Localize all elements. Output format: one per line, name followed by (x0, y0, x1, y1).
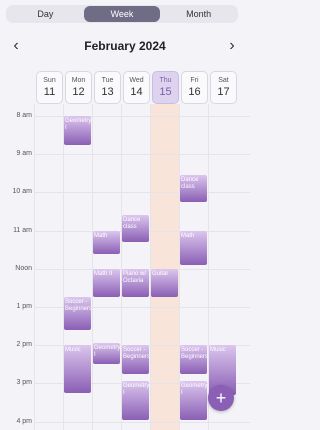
view-switch: Day Week Month (6, 5, 238, 23)
day-header-mon[interactable]: Mon 12 (65, 71, 92, 104)
time-label: 1 pm (16, 303, 32, 310)
hour-line (34, 421, 250, 423)
day-name: Tue (101, 77, 114, 84)
event-block[interactable]: Soccer - Beginners (180, 345, 207, 374)
day-date: 15 (159, 86, 172, 98)
time-label: 2 pm (16, 341, 32, 349)
day-date: 17 (217, 86, 230, 98)
day-header-tue[interactable]: Tue 13 (94, 71, 121, 104)
event-block[interactable]: Math (93, 230, 120, 254)
add-event-button[interactable]: + (208, 385, 234, 411)
chevron-right-icon[interactable]: › (222, 36, 242, 56)
event-block[interactable]: Geometry I (64, 116, 91, 145)
view-month-button[interactable]: Month (160, 6, 237, 22)
day-date: 11 (43, 86, 56, 98)
day-header-fri[interactable]: Fri 16 (181, 71, 208, 104)
day-name: Wed (129, 77, 144, 84)
week-grid: 8 am 9 am 10 am 11 am Noon 1 pm 2 pm 3 pm 4 pm Ge… (0, 104, 250, 430)
day-name: Thu (159, 77, 172, 84)
view-day-button[interactable]: Day (7, 6, 84, 22)
event-block[interactable]: Piano w/ Octavia (122, 268, 149, 298)
month-navigation: ‹ February 2024 › (0, 36, 250, 56)
event-block[interactable]: Dance class (180, 175, 207, 202)
event-block[interactable]: Geometry I (93, 343, 120, 365)
day-header-sat[interactable]: Sat 17 (210, 71, 237, 104)
day-name: Sat (218, 77, 229, 84)
time-label: 3 pm (16, 379, 32, 387)
event-block[interactable]: Soccer - Beginners (64, 297, 91, 330)
month-title: February 2024 (84, 39, 166, 53)
column-divider (150, 104, 151, 430)
time-label: Noon (15, 264, 32, 272)
event-block[interactable]: Math (180, 230, 207, 265)
day-date: 12 (72, 86, 85, 98)
day-name: Sun (43, 77, 56, 84)
column-divider (34, 104, 35, 430)
view-week-button[interactable]: Week (83, 6, 161, 22)
plus-icon: + (215, 388, 227, 408)
event-block[interactable]: Dance class (122, 215, 149, 243)
time-label: 11 am (13, 226, 32, 234)
day-header-sun[interactable]: Sun 11 (36, 71, 63, 104)
time-label: 8 am (16, 112, 32, 119)
today-column-highlight (151, 104, 180, 430)
event-block[interactable]: Music (64, 345, 91, 393)
hour-line (34, 192, 250, 194)
event-block[interactable]: Geometry I (122, 381, 149, 420)
time-label: 10 am (12, 188, 32, 196)
time-label: 4 pm (16, 417, 32, 425)
day-date: 14 (130, 86, 143, 98)
day-name: Mon (71, 77, 86, 84)
day-date: 13 (101, 86, 114, 98)
day-header-thu[interactable]: Thu 15 (152, 71, 179, 104)
day-date: 16 (188, 86, 201, 98)
event-block[interactable]: Soccer - Beginners (122, 345, 149, 374)
day-header-wed[interactable]: Wed 14 (123, 71, 150, 104)
event-block[interactable]: Math II (93, 268, 120, 298)
hour-line (34, 154, 250, 156)
event-block[interactable]: Geometry I (180, 381, 207, 420)
time-label: 9 am (16, 150, 32, 158)
day-name: Fri (190, 77, 199, 84)
column-divider (92, 104, 93, 430)
event-block[interactable]: Guitar (151, 268, 178, 298)
